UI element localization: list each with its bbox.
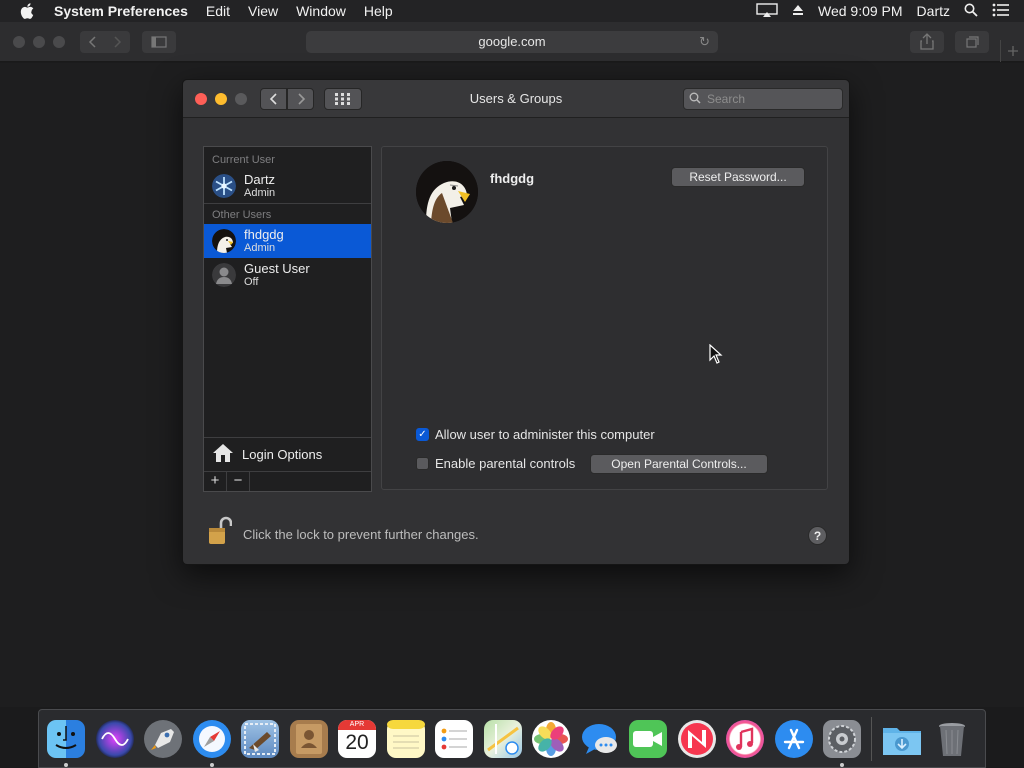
allow-admin-checkbox[interactable]: ✓ Allow user to administer this computer [416, 427, 655, 442]
user-detail-panel: fhdgdg Reset Password... ✓ Allow user to… [381, 146, 828, 490]
window-menu[interactable]: Window [296, 3, 346, 19]
user-name: fhdgdg [244, 226, 284, 242]
menu-bar: System Preferences Edit View Window Help… [0, 0, 1024, 22]
user-role: Off [244, 275, 259, 288]
downloads-folder-icon[interactable] [881, 720, 921, 758]
eject-icon[interactable] [792, 3, 804, 19]
calendar-date: 20 [345, 730, 369, 754]
house-icon [212, 443, 234, 466]
snowflake-avatar-icon [212, 174, 236, 198]
checkmark-icon: ✓ [416, 428, 429, 441]
mail-icon[interactable] [241, 719, 279, 758]
clock[interactable]: Wed 9:09 PM [818, 3, 903, 19]
maps-icon[interactable] [483, 719, 522, 758]
spotlight-icon[interactable] [964, 3, 978, 20]
remove-user-button[interactable]: − [227, 472, 250, 491]
window-titlebar: Users & Groups Search [183, 80, 849, 118]
share-button[interactable] [910, 31, 944, 53]
siri-icon[interactable] [95, 719, 134, 758]
running-indicator [840, 762, 844, 767]
user-menu[interactable]: Dartz [917, 3, 950, 19]
user-name: Dartz [244, 171, 276, 187]
open-parental-controls-button[interactable]: Open Parental Controls... [590, 454, 768, 474]
unlocked-lock-icon[interactable] [208, 516, 233, 551]
safari-zoom-button[interactable] [53, 36, 65, 48]
calendar-month: APR [338, 719, 376, 730]
contacts-icon[interactable] [289, 719, 328, 758]
notification-center-icon[interactable] [992, 3, 1010, 20]
user-row-guest[interactable]: Guest User Off [204, 258, 371, 292]
sidebar-toggle-button[interactable] [142, 31, 176, 53]
view-menu[interactable]: View [248, 3, 278, 19]
login-options-item[interactable]: Login Options [204, 437, 371, 471]
notes-icon[interactable] [386, 719, 425, 758]
launchpad-icon[interactable] [144, 719, 182, 758]
address-bar[interactable]: google.com ↻ [306, 31, 718, 53]
reset-password-button[interactable]: Reset Password... [671, 167, 805, 187]
user-row-fhdgdg[interactable]: fhdgdg Admin [204, 224, 371, 258]
selected-user-name: fhdgdg [490, 171, 535, 186]
user-list-sidebar: Current User Dartz Admin Other Users fhd… [203, 146, 372, 492]
tabs-overview-button[interactable] [955, 31, 989, 53]
app-menu[interactable]: System Preferences [54, 3, 188, 19]
search-field[interactable]: Search [683, 88, 843, 110]
search-icon [689, 92, 701, 107]
calendar-icon[interactable]: APR 20 [338, 719, 376, 758]
help-menu[interactable]: Help [364, 3, 393, 19]
lock-message: Click the lock to prevent further change… [243, 527, 479, 542]
running-indicator [209, 762, 214, 767]
apple-menu-icon[interactable] [20, 0, 38, 22]
allow-admin-label: Allow user to administer this computer [435, 427, 655, 442]
empty-checkbox-icon [416, 457, 429, 470]
app-store-icon[interactable] [774, 719, 813, 758]
airplay-icon[interactable] [756, 2, 778, 20]
safari-minimize-button[interactable] [33, 36, 45, 48]
dock-separator [870, 716, 872, 761]
dock: APR 20 [38, 709, 986, 768]
facetime-icon[interactable] [629, 719, 667, 758]
login-options-label: Login Options [242, 447, 323, 462]
current-user-header: Current User [212, 154, 275, 166]
add-user-button[interactable]: + [204, 472, 227, 491]
address-url: google.com [478, 34, 546, 49]
user-row-dartz[interactable]: Dartz Admin [204, 169, 371, 203]
finder-icon[interactable] [47, 719, 85, 767]
guest-user-icon [212, 263, 236, 287]
parental-controls-label: Enable parental controls [435, 456, 576, 471]
mouse-cursor-icon [709, 343, 723, 369]
system-preferences-icon[interactable] [823, 719, 861, 767]
divider [204, 203, 371, 204]
search-placeholder: Search [707, 92, 746, 106]
running-indicator [64, 762, 68, 767]
user-name: Guest User [244, 260, 310, 276]
other-users-header: Other Users [212, 209, 272, 221]
photos-icon[interactable] [532, 719, 570, 758]
users-groups-window: Users & Groups Search Current User Dartz… [182, 79, 850, 565]
reload-icon[interactable]: ↻ [699, 31, 710, 53]
parental-controls-checkbox[interactable]: Enable parental controls [416, 456, 575, 471]
user-role: Admin [244, 186, 276, 199]
safari-close-button[interactable] [13, 36, 25, 48]
safari-toolbar: google.com ↻ [0, 22, 1024, 62]
eagle-avatar-icon [212, 229, 236, 253]
trash-icon[interactable] [933, 720, 971, 758]
reminders-icon[interactable] [435, 719, 473, 758]
safari-icon[interactable] [192, 719, 231, 767]
messages-icon[interactable] [581, 720, 619, 758]
news-icon[interactable] [677, 719, 716, 758]
add-remove-bar: + − [204, 471, 371, 491]
eagle-avatar-icon[interactable] [416, 161, 478, 223]
safari-back-forward-buttons[interactable] [80, 31, 130, 53]
help-button[interactable]: ? [808, 526, 827, 545]
new-tab-button[interactable] [1000, 40, 1024, 62]
user-role: Admin [244, 241, 276, 254]
itunes-icon[interactable] [726, 719, 764, 758]
edit-menu[interactable]: Edit [206, 3, 230, 19]
